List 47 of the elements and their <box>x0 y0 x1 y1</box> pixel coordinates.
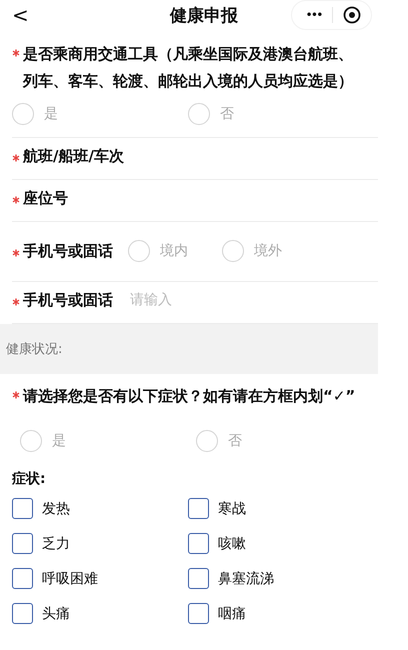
radio-button[interactable] <box>128 240 150 262</box>
checkbox[interactable] <box>188 533 209 554</box>
checkbox-label: 咽痛 <box>218 604 246 622</box>
symptom-option[interactable]: 发热 <box>12 498 188 519</box>
question-label: 请选择您是否有以下症状？如有请在方框内划“✓” <box>23 386 356 407</box>
back-button[interactable]: < <box>12 5 29 25</box>
more-button[interactable]: ••• <box>306 10 322 20</box>
field-label: 手机号或固话 <box>23 290 113 310</box>
checkbox[interactable] <box>12 498 33 519</box>
symptom-option[interactable]: 咳嗽 <box>188 533 364 554</box>
checkbox-label: 寒战 <box>218 500 246 518</box>
radio-button[interactable] <box>222 240 244 262</box>
checkbox[interactable] <box>188 603 209 624</box>
checkbox-label: 乏力 <box>42 534 70 552</box>
option-label: 境内 <box>160 242 188 260</box>
checkbox[interactable] <box>188 568 209 589</box>
field-label: 手机号或固话 <box>23 242 113 260</box>
checkbox-label: 头痛 <box>42 604 70 622</box>
symptom-option[interactable]: 寒战 <box>188 498 364 519</box>
option-label: 是 <box>44 105 58 123</box>
page-title: 健康申报 <box>168 4 239 26</box>
checkbox-label: 发热 <box>42 500 70 518</box>
field-label: 航班/船班/车次 <box>23 146 124 166</box>
section-title: 健康状况: <box>5 341 62 358</box>
option-label: 境外 <box>254 242 282 260</box>
symptoms-title: 症状: <box>12 470 47 488</box>
checkbox[interactable] <box>12 603 33 624</box>
radio-button[interactable] <box>188 103 210 125</box>
checkbox[interactable] <box>188 498 209 519</box>
field-label: 座位号 <box>23 188 68 208</box>
symptom-option[interactable]: 呼吸困难 <box>12 568 188 589</box>
radio-button[interactable] <box>12 103 34 125</box>
symptom-option[interactable]: 头痛 <box>12 603 188 624</box>
symptom-option[interactable]: 咽痛 <box>188 603 364 624</box>
symptom-option[interactable]: 乏力 <box>12 533 188 554</box>
option-label: 否 <box>228 432 242 450</box>
checkbox-label: 鼻塞流涕 <box>218 570 274 588</box>
question-label: 是否乘商用交通工具（凡乘坐国际及港澳台航班、列车、客车、轮渡、邮轮出入境的人员均应选是） <box>23 44 354 92</box>
symptom-option[interactable]: 鼻塞流涕 <box>188 568 364 589</box>
checkbox[interactable] <box>12 568 33 589</box>
option-label: 否 <box>220 105 234 123</box>
checkbox[interactable] <box>12 533 33 554</box>
checkbox-label: 咳嗽 <box>218 534 246 552</box>
checkbox-label: 呼吸困难 <box>42 570 98 588</box>
radio-button[interactable] <box>20 430 42 452</box>
radio-button[interactable] <box>196 430 218 452</box>
option-label: 是 <box>52 432 66 450</box>
